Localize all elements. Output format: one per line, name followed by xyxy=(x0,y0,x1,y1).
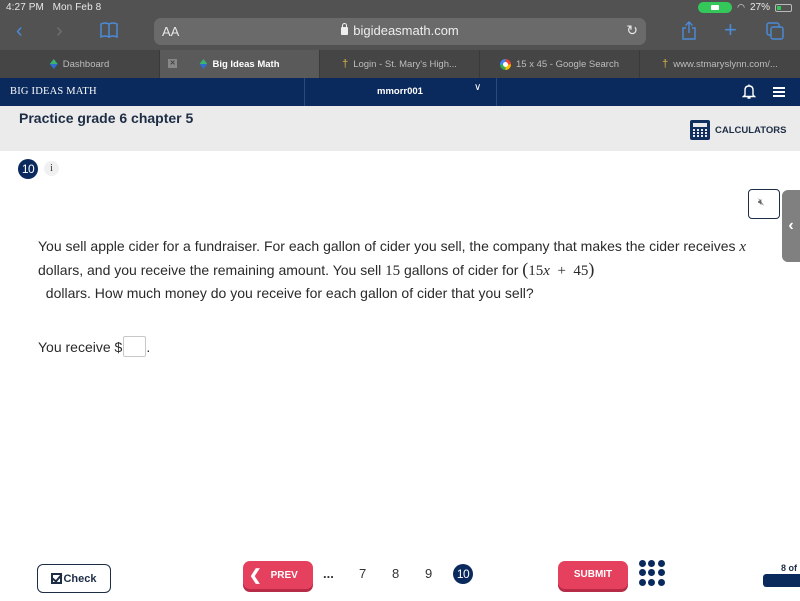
tab-google-search[interactable]: 15 x 45 - Google Search xyxy=(480,50,640,78)
header-divider xyxy=(496,78,497,106)
grid-dot-icon xyxy=(648,569,656,577)
progress-label: 8 of xyxy=(781,563,798,573)
big-ideas-favicon-icon xyxy=(50,59,58,69)
tab-big-ideas-math[interactable]: ✕ Big Ideas Math xyxy=(160,50,320,78)
wifi-icon: ◠ xyxy=(737,2,745,12)
grid-dot-icon xyxy=(657,569,665,577)
tabs-overview-icon[interactable] xyxy=(766,22,784,40)
math-variable: x xyxy=(739,239,747,255)
grid-dot-icon xyxy=(648,578,656,586)
forward-button[interactable]: › xyxy=(56,20,63,42)
math-expression: 15x + 45 xyxy=(528,263,589,279)
new-tab-icon[interactable]: + xyxy=(724,17,737,43)
screen: 4:27 PM Mon Feb 8 ◠ 27% ‹ › AA bigideasm… xyxy=(0,0,800,601)
app-header: BIG IDEAS MATH mmorr001 ∨ xyxy=(0,78,800,106)
camera-in-use-icon xyxy=(698,2,733,13)
page-7-button[interactable]: 7 xyxy=(359,566,366,581)
assignment-bar: Practice grade 6 chapter 5 CALCULATORS xyxy=(0,106,800,151)
bell-icon[interactable] xyxy=(742,84,756,100)
checkbox-icon xyxy=(51,573,63,584)
pager-ellipsis[interactable]: ... xyxy=(323,566,334,581)
page-9-button[interactable]: 9 xyxy=(425,566,432,581)
tab-label: www.stmaryslynn.com/... xyxy=(673,58,778,70)
tab-label: Dashboard xyxy=(62,58,110,70)
tab-dashboard[interactable]: Dashboard xyxy=(0,50,160,78)
battery-icon xyxy=(775,3,792,12)
tab-login-st-marys[interactable]: † Login - St. Mary's High... xyxy=(320,50,480,78)
assignment-title: Practice grade 6 chapter 5 xyxy=(19,110,194,126)
st-marys-favicon-icon: † xyxy=(342,58,349,70)
browser-toolbar: 4:27 PM Mon Feb 8 ◠ 27% ‹ › AA bigideasm… xyxy=(0,0,800,50)
back-button[interactable]: ‹ xyxy=(16,20,23,42)
question-number-badge: 10 xyxy=(18,159,38,179)
calculator-icon xyxy=(690,120,710,140)
speaker-muted-icon: 🔇︎ xyxy=(758,197,765,208)
share-icon[interactable] xyxy=(681,21,697,41)
progress-bar xyxy=(763,574,800,587)
lock-icon xyxy=(341,23,349,35)
grid-dot-icon xyxy=(648,560,656,567)
close-tab-icon[interactable]: ✕ xyxy=(168,59,177,68)
app-logo[interactable]: BIG IDEAS MATH xyxy=(10,86,97,97)
grid-dot-icon xyxy=(639,578,646,586)
bookmarks-icon[interactable] xyxy=(100,22,118,38)
calculators-button[interactable]: CALCULATORS xyxy=(690,120,786,140)
status-indicators: ◠ 27% xyxy=(698,2,792,13)
tab-label: Login - St. Mary's High... xyxy=(353,58,457,70)
prev-button[interactable]: ❮ PREV xyxy=(243,561,313,589)
address-bar[interactable]: AA bigideasmath.com ↻ xyxy=(154,18,646,45)
calculators-label: CALCULATORS xyxy=(715,124,787,136)
url-text: bigideasmath.com xyxy=(353,23,459,38)
page-8-button[interactable]: 8 xyxy=(392,566,399,581)
answer-line: You receive $ . xyxy=(38,336,150,357)
info-icon[interactable]: i xyxy=(44,161,59,176)
grid-dot-icon xyxy=(639,569,646,577)
check-label: Check xyxy=(63,572,97,585)
user-menu[interactable]: mmorr001 xyxy=(305,86,495,97)
answer-input[interactable] xyxy=(123,336,147,357)
big-ideas-favicon-icon xyxy=(199,59,207,69)
math-number: 15 xyxy=(385,263,401,279)
st-marys-favicon-icon: † xyxy=(662,58,669,70)
grid-dot-icon xyxy=(639,560,646,567)
question-text: You sell apple cider for a fundraiser. F… xyxy=(38,238,747,301)
prev-label: PREV xyxy=(270,569,298,581)
tab-strip: Dashboard ✕ Big Ideas Math † Login - St.… xyxy=(0,50,800,78)
url-display[interactable]: bigideasmath.com xyxy=(154,23,646,38)
status-time: 4:27 PM xyxy=(6,2,44,13)
google-favicon-icon xyxy=(500,58,511,70)
tab-stmaryslynn[interactable]: † www.stmaryslynn.com/... xyxy=(640,50,800,78)
reload-icon[interactable]: ↻ xyxy=(626,22,638,39)
chevron-left-icon: ❮ xyxy=(249,567,262,584)
answer-prefix: You receive $ xyxy=(38,338,123,355)
progress-fill xyxy=(763,574,800,587)
status-time-date: 4:27 PM Mon Feb 8 xyxy=(6,2,101,13)
grid-dot-icon xyxy=(657,560,665,567)
audio-muted-button[interactable]: 🔇︎ xyxy=(748,189,780,219)
hamburger-menu-icon[interactable] xyxy=(773,87,785,97)
tab-label: 15 x 45 - Google Search xyxy=(516,58,619,70)
status-date: Mon Feb 8 xyxy=(52,2,102,13)
question-grid-button[interactable] xyxy=(639,560,665,586)
page-10-current[interactable]: 10 xyxy=(453,564,473,584)
answer-suffix: . xyxy=(146,338,151,355)
battery-percent: 27% xyxy=(749,2,770,13)
chevron-down-icon[interactable]: ∨ xyxy=(474,82,481,93)
submit-button[interactable]: SUBMIT xyxy=(558,561,628,589)
side-panel-toggle[interactable]: ‹ xyxy=(782,190,800,262)
check-button[interactable]: Check xyxy=(37,564,111,593)
tab-label: Big Ideas Math xyxy=(212,58,280,70)
grid-dot-icon xyxy=(657,578,665,586)
